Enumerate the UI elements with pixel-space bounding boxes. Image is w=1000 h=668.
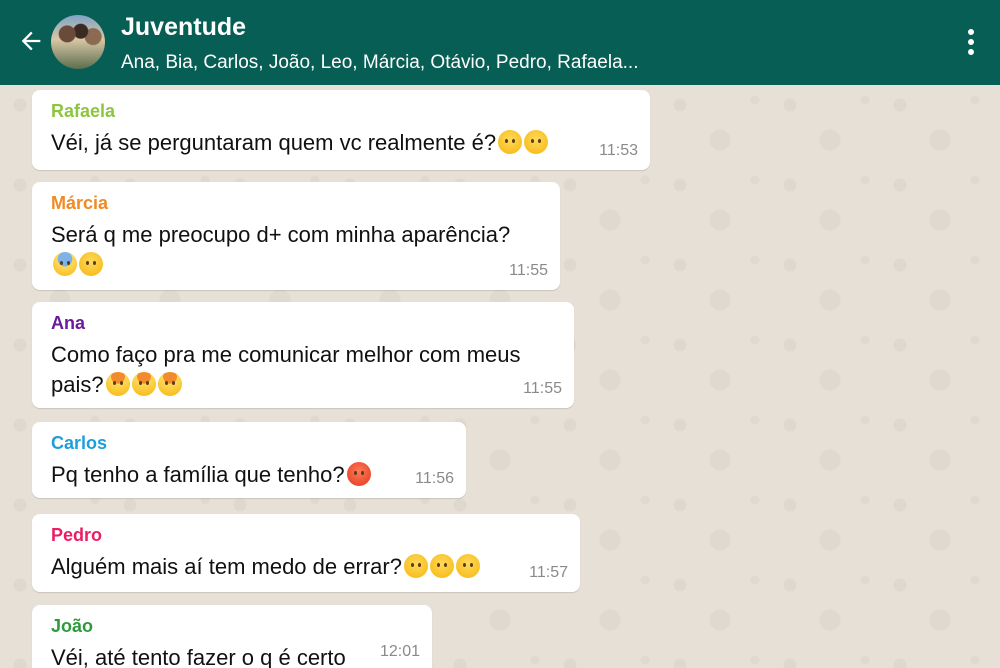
message-time: 11:57 <box>529 564 568 581</box>
sender-name: Ana <box>51 313 86 333</box>
message-time: 12:01 <box>379 643 420 660</box>
message-text: Véi, até tento fazer o q é certo <box>51 643 420 668</box>
sender-name: Carlos <box>51 433 108 453</box>
message-text: Alguém mais aí tem medo de errar? <box>51 552 568 582</box>
message-time: 11:55 <box>509 262 548 279</box>
more-vertical-icon <box>968 29 974 35</box>
message-body: Véi, já se perguntaram quem vc realmente… <box>51 130 497 155</box>
angry-face-icon <box>346 462 371 486</box>
menu-dot <box>968 49 974 55</box>
message-bubble[interactable]: Márcia Será q me preocupo d+ com minha a… <box>32 182 560 290</box>
sender-name: João <box>51 616 94 636</box>
exploding-head-icon <box>131 372 156 396</box>
frowning-face-icon <box>455 554 480 578</box>
message-bubble[interactable]: Carlos Pq tenho a família que tenho? 11:… <box>32 422 466 498</box>
pensive-face-icon <box>79 252 103 276</box>
message-text: Véi, já se perguntaram quem vc realmente… <box>51 128 638 158</box>
arrow-left-icon <box>21 31 41 51</box>
message-body: Pq tenho a família que tenho? <box>51 462 345 487</box>
back-button[interactable] <box>14 24 48 58</box>
menu-dot <box>968 39 974 45</box>
message-body: Será q me preocupo d+ com minha aparênci… <box>51 222 511 247</box>
message-time: 11:56 <box>415 470 454 487</box>
more-options-button[interactable] <box>956 24 986 60</box>
exploding-head-icon <box>105 372 130 396</box>
message-body: Véi, até tento fazer o q é certo <box>51 645 346 668</box>
sender-name: Pedro <box>51 525 103 545</box>
exploding-head-icon <box>157 372 182 396</box>
frowning-face-icon <box>403 554 428 578</box>
message-text: Será q me preocupo d+ com minha aparênci… <box>51 220 548 280</box>
message-time: 11:53 <box>599 142 638 159</box>
group-avatar[interactable] <box>51 15 105 69</box>
sender-name: Márcia <box>51 193 109 213</box>
message-bubble[interactable]: Rafaela Véi, já se perguntaram quem vc r… <box>32 90 650 170</box>
sweat-face-icon <box>53 252 77 276</box>
thinking-face-icon <box>498 130 523 154</box>
message-bubble[interactable]: João Véi, até tento fazer o q é certo 12… <box>32 605 432 668</box>
message-time: 11:55 <box>523 380 562 397</box>
thinking-face-icon <box>524 130 549 154</box>
message-text: Como faço pra me comunicar melhor com me… <box>51 340 571 400</box>
group-name[interactable]: Juventude <box>121 13 246 42</box>
message-bubble[interactable]: Pedro Alguém mais aí tem medo de errar? … <box>32 514 580 592</box>
sender-name: Rafaela <box>51 101 116 121</box>
message-body: Alguém mais aí tem medo de errar? <box>51 554 402 579</box>
message-bubble[interactable]: Ana Como faço pra me comunicar melhor co… <box>32 302 574 408</box>
chat-header: Juventude Ana, Bia, Carlos, João, Leo, M… <box>0 0 1000 85</box>
frowning-face-icon <box>429 554 454 578</box>
message-text: Pq tenho a família que tenho? <box>51 460 454 490</box>
group-members[interactable]: Ana, Bia, Carlos, João, Leo, Márcia, Otá… <box>121 52 638 74</box>
